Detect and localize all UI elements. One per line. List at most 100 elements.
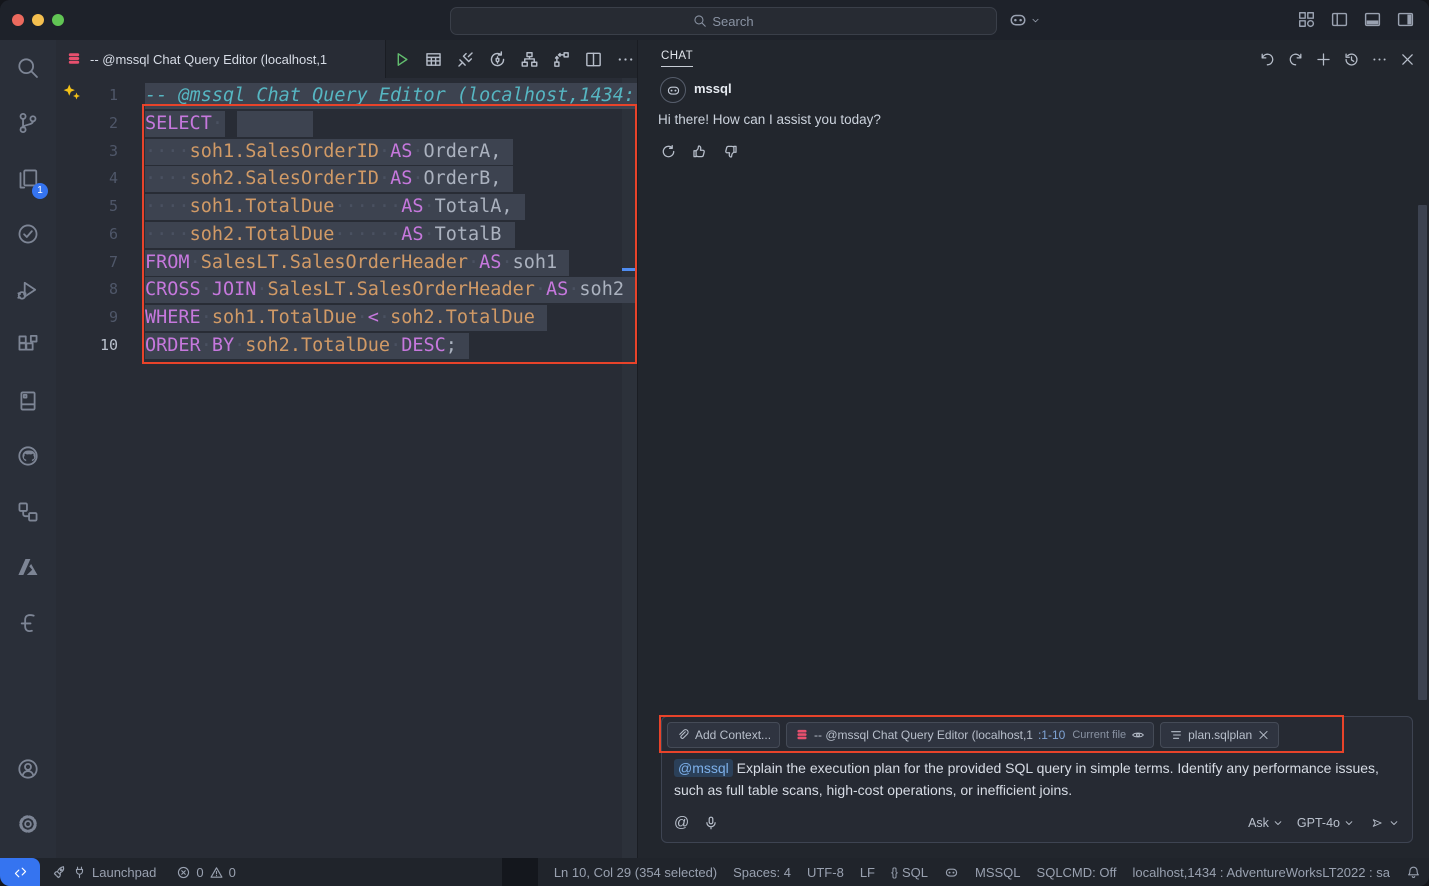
activity-item-accounts[interactable] [0, 741, 56, 797]
code-text[interactable]: FROM·SalesLT.SalesOrderHeader·AS·soh1 [145, 249, 557, 277]
code-line[interactable]: 7 FROM·SalesLT.SalesOrderHeader·AS·soh1 [56, 249, 637, 277]
activity-item-search[interactable] [0, 40, 56, 96]
thumb-down-icon[interactable] [722, 143, 739, 160]
zoom-status-button[interactable] [502, 858, 538, 886]
indentation-status[interactable]: Spaces: 4 [733, 865, 791, 880]
results-grid-icon[interactable] [424, 50, 443, 69]
code-line[interactable]: 4 ····soh2.SalesOrderID·AS·OrderB, [56, 165, 637, 193]
toggle-panel-icon[interactable] [1363, 10, 1382, 29]
estimated-plan-icon[interactable] [520, 50, 539, 69]
line-number[interactable]: 6 [56, 221, 118, 249]
code-text[interactable]: ····soh1.TotalDue······AS·TotalA, [145, 193, 513, 221]
eol-status[interactable]: LF [860, 865, 875, 880]
code-line[interactable]: 5 ····soh1.TotalDue······AS·TotalA, [56, 193, 637, 221]
activity-item-azure-devops[interactable] [0, 207, 56, 263]
cursor-position-status[interactable]: Ln 10, Col 29 (354 selected) [554, 865, 717, 880]
line-number[interactable]: 10 [56, 332, 118, 360]
add-context-button[interactable]: Add Context... [667, 722, 780, 748]
run-query-icon[interactable] [392, 50, 411, 69]
problems-status[interactable]: 0 0 [176, 865, 235, 880]
remote-indicator[interactable] [0, 858, 40, 886]
split-editor-icon[interactable] [584, 50, 603, 69]
change-connection-icon[interactable] [488, 50, 507, 69]
more-actions-icon[interactable] [1371, 51, 1388, 68]
sqlcmd-status[interactable]: SQLCMD: Off [1037, 865, 1117, 880]
activity-item-settings[interactable] [0, 797, 56, 853]
undo-icon[interactable] [1259, 51, 1276, 68]
code-text[interactable]: CROSS·JOIN·SalesLT.SalesOrderHeader·AS·s… [145, 276, 624, 304]
line-number[interactable]: 4 [56, 165, 118, 193]
eye-icon[interactable] [1131, 728, 1145, 742]
encoding-status[interactable]: UTF-8 [807, 865, 844, 880]
code-line[interactable]: 1 -- @mssql Chat Query Editor (localhost,… [56, 82, 637, 110]
code-line[interactable]: 8 CROSS·JOIN·SalesLT.SalesOrderHeader·AS·… [56, 276, 637, 304]
model-picker[interactable]: GPT-4o [1297, 816, 1355, 830]
close-icon[interactable] [1399, 51, 1416, 68]
more-actions-icon[interactable] [616, 50, 635, 69]
line-number[interactable]: 9 [56, 304, 118, 332]
window-zoom-button[interactable] [52, 14, 64, 26]
activity-item-github[interactable] [0, 429, 56, 485]
connection-status[interactable]: localhost,1434 : AdventureWorksLT2022 : … [1132, 865, 1390, 880]
code-text[interactable]: WHERE·soh1.TotalDue·<·soh2.TotalDue [145, 304, 535, 332]
code-text[interactable]: -- @mssql Chat Query Editor (localhost,1… [145, 82, 635, 110]
context-chip-sqlplan[interactable]: plan.sqlplan [1160, 722, 1279, 748]
mssql-provider-status[interactable]: MSSQL [975, 865, 1021, 880]
code-editor[interactable]: 1 -- @mssql Chat Query Editor (localhost,… [56, 78, 637, 858]
command-center-search[interactable]: Search [450, 7, 997, 35]
disconnect-icon[interactable] [456, 50, 475, 69]
close-icon[interactable] [1257, 728, 1270, 742]
code-text[interactable]: SELECT· [145, 110, 223, 138]
chat-mode-picker[interactable]: Ask [1248, 816, 1284, 830]
toggle-primary-sidebar-icon[interactable] [1330, 10, 1349, 29]
send-button[interactable] [1368, 817, 1400, 829]
activity-item-run-and-debug[interactable] [0, 262, 56, 318]
chat-panel-title[interactable]: CHAT [661, 50, 693, 67]
copilot-status[interactable] [944, 865, 959, 880]
chat-scrollbar[interactable] [1418, 205, 1427, 700]
editor-tab[interactable]: -- @mssql Chat Query Editor (localhost,1 [56, 40, 386, 78]
code-line[interactable]: 3 ····soh1.SalesOrderID·AS·OrderA, [56, 138, 637, 166]
code-line[interactable]: 6 ····soh2.TotalDue······AS·TotalB [56, 221, 637, 249]
code-line[interactable]: 9 WHERE·soh1.TotalDue·<·soh2.TotalDue [56, 304, 637, 332]
line-number[interactable]: 3 [56, 138, 118, 166]
activity-item-open-copies[interactable]: 1 [0, 151, 56, 207]
line-number[interactable]: 1 [56, 82, 118, 110]
activity-item-azure[interactable] [0, 540, 56, 596]
window-minimize-button[interactable] [32, 14, 44, 26]
microphone-icon[interactable] [703, 815, 719, 831]
customize-layout-icon[interactable] [1297, 10, 1316, 29]
mention-icon[interactable]: @ [674, 815, 689, 831]
new-chat-icon[interactable] [1315, 51, 1332, 68]
toggle-secondary-sidebar-icon[interactable] [1396, 10, 1415, 29]
launchpad-status[interactable]: Launchpad [52, 865, 156, 880]
copilot-titlebar-menu[interactable] [1008, 10, 1041, 30]
activity-item-notebooks[interactable] [0, 373, 56, 429]
code-line[interactable]: 2 SELECT· [56, 110, 637, 138]
thumb-up-icon[interactable] [691, 143, 708, 160]
history-icon[interactable] [1343, 51, 1360, 68]
code-text[interactable]: ORDER·BY·soh2.TotalDue·DESC; [145, 332, 457, 360]
activity-item-extensions[interactable] [0, 318, 56, 374]
line-number[interactable]: 7 [56, 249, 118, 277]
code-text[interactable]: ····soh2.SalesOrderID·AS·OrderB, [145, 165, 501, 193]
refresh-icon[interactable] [660, 143, 677, 160]
chat-input-text[interactable]: @mssql Explain the execution plan for th… [674, 757, 1404, 801]
window-close-button[interactable] [12, 14, 24, 26]
language-mode-status[interactable]: {} SQL [891, 865, 928, 880]
line-number[interactable]: 5 [56, 193, 118, 221]
notifications-status[interactable] [1406, 865, 1421, 880]
line-number[interactable]: 8 [56, 276, 118, 304]
chevron-down-icon [1030, 15, 1041, 26]
activity-item-source-control[interactable] [0, 96, 56, 152]
activity-item-fabric[interactable] [0, 595, 56, 651]
code-text[interactable]: ····soh1.SalesOrderID·AS·OrderA, [145, 138, 501, 166]
actual-plan-icon[interactable] [552, 50, 571, 69]
code-line[interactable]: 10 ORDER·BY·soh2.TotalDue·DESC; [56, 332, 637, 360]
line-number[interactable]: 2 [56, 110, 118, 138]
redo-icon[interactable] [1287, 51, 1304, 68]
context-chip-current-file[interactable]: -- @mssql Chat Query Editor (localhost,1… [786, 722, 1154, 748]
code-text[interactable]: ····soh2.TotalDue······AS·TotalB [145, 221, 501, 249]
search-icon [16, 56, 40, 80]
activity-item-containers[interactable] [0, 484, 56, 540]
